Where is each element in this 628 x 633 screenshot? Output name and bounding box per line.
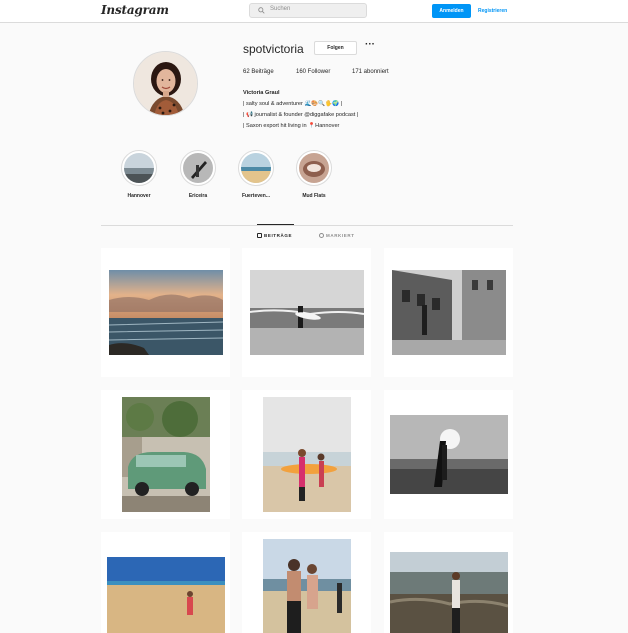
post-photo (263, 397, 351, 512)
search-placeholder: Suchen (270, 6, 291, 12)
top-navbar: Instagram Suchen Anmelden Registrieren (0, 0, 628, 23)
avatar-photo (134, 52, 197, 115)
profile-avatar[interactable] (133, 51, 198, 116)
post-tile[interactable] (384, 532, 513, 633)
highlight-fuerteventura[interactable]: Fuerteven... (235, 150, 277, 199)
tab-posts[interactable]: BEITRÄGE (257, 233, 292, 239)
profile-bio: Victoria Graul | salty soul & adventurer… (243, 88, 358, 132)
highlight-hannover[interactable]: Hannover (118, 150, 160, 199)
post-photo (390, 552, 508, 633)
highlight-image (183, 153, 213, 183)
display-name: Victoria Graul (243, 90, 280, 96)
register-link[interactable]: Registrieren (478, 4, 507, 18)
posts-count: 62 Beiträge (243, 69, 274, 75)
active-tab-indicator (257, 224, 294, 225)
highlight-label: Hannover (127, 193, 151, 199)
post-tile[interactable] (101, 390, 230, 519)
profile-username: spotvictoria (243, 42, 304, 56)
login-button[interactable]: Anmelden (432, 4, 471, 18)
tab-tagged[interactable]: MARKIERT (319, 233, 355, 239)
post-photo (250, 270, 364, 355)
post-tile[interactable] (242, 248, 371, 377)
post-photo (392, 270, 506, 355)
search-input[interactable]: Suchen (249, 3, 367, 18)
highlight-image (241, 153, 271, 183)
highlight-image (299, 153, 329, 183)
bio-line: | Saxon export hit living in 📍Hannover (243, 123, 340, 129)
following-count[interactable]: 171 abonniert (352, 69, 389, 75)
highlight-image (124, 153, 154, 183)
post-tile[interactable] (101, 248, 230, 377)
post-tile[interactable] (101, 532, 230, 633)
highlight-mud-flats[interactable]: Mud Flats (293, 150, 335, 199)
post-tile[interactable] (242, 390, 371, 519)
post-photo (107, 557, 225, 633)
post-photo (122, 397, 210, 512)
post-tile[interactable] (242, 532, 371, 633)
search-icon (258, 7, 265, 14)
instagram-logo[interactable]: Instagram (101, 3, 169, 17)
post-photo (263, 539, 351, 633)
followers-count[interactable]: 160 Follower (296, 69, 330, 75)
tabs-divider (101, 225, 513, 226)
highlight-ericeira[interactable]: Ericeira (177, 150, 219, 199)
highlight-label: Mud Flats (302, 193, 326, 199)
highlight-label: Ericeira (188, 193, 208, 199)
tag-icon (319, 233, 324, 239)
post-tile[interactable] (384, 248, 513, 377)
grid-icon (257, 233, 262, 239)
bio-line: | salty soul & adventurer 🌊🎨🔍🖐️🌍 | (243, 101, 343, 107)
post-photo (109, 270, 223, 355)
bio-line[interactable]: | 📢 journalist & founder @diggafake podc… (243, 110, 358, 121)
more-options-icon[interactable]: ··· (365, 39, 375, 50)
post-photo (390, 415, 508, 494)
follow-button[interactable]: Folgen (314, 41, 357, 55)
post-tile[interactable] (384, 390, 513, 519)
highlight-label: Fuerteven... (241, 193, 271, 199)
